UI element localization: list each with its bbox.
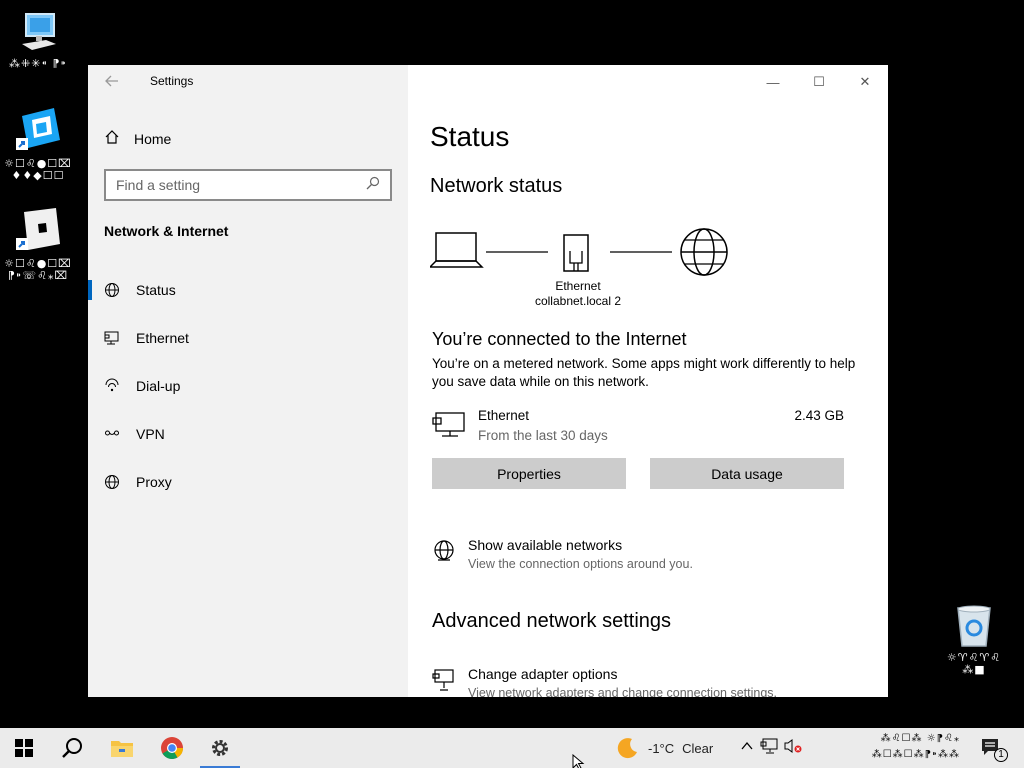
weather-temp: -1°C [648,740,675,756]
globe-network-icon [432,539,456,563]
desktop-icon-recycle-bin[interactable]: ☼♈♌♈♌ ⁂■ [936,604,1012,676]
gear-icon [212,740,228,756]
properties-button[interactable]: Properties [432,458,626,489]
search-box[interactable] [104,169,392,201]
sidebar-item-label: Dial-up [136,378,181,394]
windows-logo-icon [15,739,33,757]
notifications-button[interactable]: 1 [970,728,1014,768]
file-explorer-button[interactable] [98,728,146,768]
roblox-studio-icon [14,106,62,154]
adapter-icon [432,668,456,692]
network-name: Ethernet [478,408,530,423]
vpn-icon [104,426,120,442]
clock-time: ⁂♌☐⁂ ☼⁋♌⁎ [880,733,960,744]
sidebar-item-label: Proxy [136,474,172,490]
search-button[interactable] [48,728,96,768]
desktop-icon-roblox-studio[interactable]: ☼☐♌●☐⌧ ♦♦◆☐☐ [0,106,76,182]
change-adapter-desc: View network adapters and change connect… [468,686,777,697]
desktop-icon-label: ☼☐♌●☐⌧ ⁋⁍☏♌⁎⌧ [4,257,72,282]
internet-globe-icon [680,228,728,276]
advanced-settings-heading: Advanced network settings [432,610,672,632]
desktop-icon-computer[interactable]: ⁂⁜✳⁌ ⁋⁍ [0,10,76,70]
desktop-icon-roblox-player[interactable]: ☼☐♌●☐⌧ ⁋⁍☏♌⁎⌧ [0,206,76,282]
network-status-heading: Network status [430,175,563,197]
taskbar: -1°C Clear ⁂♌☐⁂ ☼⁋♌⁎ ⁂☐⁂☐⁂⁋⁍⁂⁂ 1 [0,728,1024,768]
sidebar-item-ethernet[interactable]: Ethernet [88,318,408,358]
data-usage-amount: 2.43 GB [794,408,844,423]
show-networks-title: Show available networks [468,537,623,553]
connection-status-title: You’re connected to the Internet [432,329,687,349]
search-input[interactable] [116,177,366,193]
sidebar-item-proxy[interactable]: Proxy [88,462,408,502]
home-link[interactable]: Home [104,129,171,148]
show-networks-desc: View the connection options around you. [468,557,693,571]
chevron-up-icon[interactable] [740,739,754,758]
network-period: From the last 30 days [478,428,608,443]
roblox-player-icon [14,206,62,254]
ethernet-monitor-icon [432,411,466,444]
globe-icon [104,282,120,298]
settings-window: Settings Home Network & Internet Status [88,65,888,697]
dialup-icon [104,378,120,394]
minimize-button[interactable]: — [750,69,796,95]
moon-icon [617,738,637,759]
home-label: Home [134,130,172,147]
window-title: Settings [150,74,194,88]
sidebar-item-vpn[interactable]: VPN [88,414,408,454]
ethernet-icon [104,330,120,346]
sidebar-item-dialup[interactable]: Dial-up [88,366,408,406]
main-content: — ☐ ✕ Status Network status Ethernet col… [408,65,888,697]
start-button[interactable] [0,728,48,768]
home-icon [104,129,120,148]
sidebar-item-label: Ethernet [136,330,189,346]
maximize-button[interactable]: ☐ [796,69,842,95]
weather-desc: Clear [682,740,714,756]
ethernet-port-icon [563,234,589,272]
globe-icon [104,474,120,490]
computer-icon [16,10,60,54]
section-heading: Network & Internet [104,223,229,239]
search-icon [62,738,82,758]
weather-widget[interactable]: -1°C Clear [616,728,713,768]
sidebar-item-label: Status [136,282,176,298]
settings-taskbar-button[interactable] [196,728,244,768]
page-title: Status [430,121,510,152]
sidebar-item-label: VPN [136,426,165,442]
network-name: collabnet.local 2 [534,294,622,308]
chrome-icon [161,737,183,759]
sidebar: Settings Home Network & Internet Status [88,65,408,697]
network-tray-icon[interactable] [760,738,778,759]
desktop-icon-label: ☼♈♌♈♌ ⁂■ [946,651,1002,676]
clock[interactable]: ⁂♌☐⁂ ☼⁋♌⁎ ⁂☐⁂☐⁂⁋⁍⁂⁂ [820,731,960,763]
notification-count: 1 [994,748,1008,762]
desktop-icon-label: ⁂⁜✳⁌ ⁋⁍ [9,57,67,70]
close-button[interactable]: ✕ [842,69,888,95]
data-usage-button[interactable]: Data usage [650,458,844,489]
laptop-icon [430,232,484,268]
desktop-icon-label: ☼☐♌●☐⌧ ♦♦◆☐☐ [4,157,72,182]
adapter-name: Ethernet [555,279,601,293]
search-icon[interactable] [366,176,380,195]
connection-status-desc: You’re on a metered network. Some apps m… [432,356,856,389]
folder-icon [111,741,133,757]
system-tray [740,728,802,768]
chrome-button[interactable] [148,728,196,768]
diagram-caption: Ethernet collabnet.local 2 [528,279,628,309]
recycle-bin-icon [952,604,996,648]
network-usage-row: Ethernet From the last 30 days 2.43 GB [432,407,844,447]
mouse-cursor-icon [572,754,585,768]
change-adapter-title: Change adapter options [468,666,618,682]
clock-date: ⁂☐⁂☐⁂⁋⁍⁂⁂ [871,749,960,760]
sidebar-item-status[interactable]: Status [88,270,408,310]
back-icon[interactable] [104,73,124,93]
volume-muted-icon[interactable] [784,738,802,759]
